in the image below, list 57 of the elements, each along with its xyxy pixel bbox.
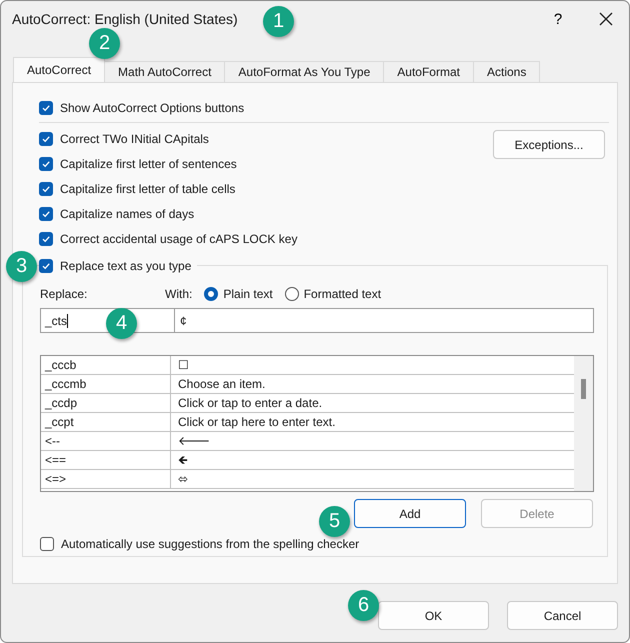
checkbox-label: Replace text as you type [60, 258, 192, 272]
scrollbar-thumb[interactable] [581, 379, 586, 399]
table-cell-text: ☐ [177, 357, 189, 374]
checkbox[interactable] [39, 182, 53, 196]
scrollbar[interactable] [574, 356, 593, 491]
table-cell-text: Click or tap to enter a date. [177, 395, 322, 412]
checkbox[interactable] [39, 206, 53, 220]
ok-button[interactable]: OK [378, 601, 489, 630]
checkbox[interactable] [39, 156, 53, 170]
checkbox[interactable] [39, 232, 53, 246]
table-cell: _ccdp [41, 394, 171, 412]
check-icon [41, 208, 51, 218]
checkbox-label: Automatically use suggestions from the spelling checker [61, 536, 360, 550]
tab[interactable]: AutoCorrect [13, 57, 106, 82]
help-button[interactable]: ? [535, 1, 581, 39]
radio-label: Plain text [223, 287, 273, 301]
close-icon [599, 12, 613, 26]
tab[interactable]: Actions [472, 61, 540, 82]
check-icon [41, 260, 51, 270]
exceptions-button[interactable]: Exceptions... [493, 130, 605, 159]
with-label: With: [165, 287, 192, 301]
check-icon [41, 184, 51, 194]
radio-button[interactable] [284, 287, 299, 301]
step-badge: 2 [89, 28, 120, 59]
radio-button[interactable] [204, 287, 218, 301]
table-cell-text: ⬄ [177, 471, 188, 488]
table-cell: _ccpt [41, 413, 171, 431]
check-icon [41, 234, 51, 244]
checkbox-label: Capitalize first letter of table cells [60, 182, 236, 196]
checkbox-label: Capitalize names of days [60, 206, 194, 220]
checkbox[interactable] [39, 132, 53, 146]
replace-label: Replace: [40, 287, 88, 301]
table-cell: <=> [41, 470, 171, 488]
cancel-button[interactable]: Cancel [507, 601, 618, 630]
table-cell-text: Click or tap here to enter text. [177, 414, 336, 431]
checkbox[interactable] [39, 258, 53, 272]
step-badge: 1 [263, 6, 294, 37]
table-cell-text: 🡐 [177, 433, 210, 450]
checkbox[interactable] [40, 536, 54, 550]
table-cell: <== [41, 451, 171, 469]
check-icon [41, 134, 51, 144]
checkbox-label: Show AutoCorrect Options buttons [60, 100, 244, 114]
check-icon [41, 158, 51, 168]
window-title: AutoCorrect: English (United States) [12, 11, 238, 27]
table-cell: _cccmb [41, 375, 171, 393]
checkbox-label: Capitalize first letter of sentences [60, 156, 237, 170]
check-icon [41, 102, 51, 112]
checkbox-label: Correct accidental usage of cAPS LOCK key [60, 232, 298, 246]
radio-label: Formatted text [304, 287, 382, 301]
checkbox[interactable] [39, 100, 53, 114]
table-cell: <-- [41, 432, 171, 450]
step-badge: 6 [348, 590, 379, 621]
checkbox-label: Correct TWo INitial CApitals [60, 132, 209, 146]
table-cell: _cccb [41, 356, 171, 374]
table-cell-text: Choose an item. [177, 376, 266, 393]
table-cell-text: 🡸 [177, 452, 188, 469]
add-button[interactable]: Add [354, 499, 466, 528]
